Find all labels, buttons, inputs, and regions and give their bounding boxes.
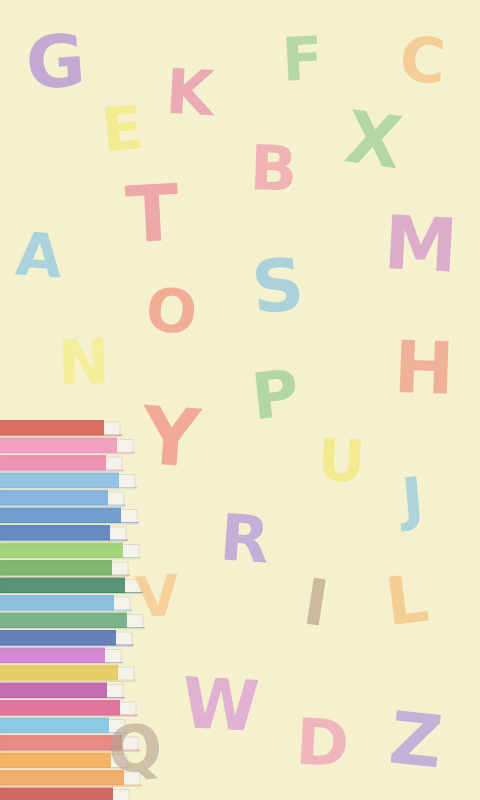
letter-k-tile[interactable]: K [164, 55, 216, 130]
book [0, 665, 136, 682]
book [0, 560, 130, 577]
letter-h-tile[interactable]: H [393, 325, 456, 411]
letter-q-tile[interactable]: Q [105, 711, 166, 789]
letter-l-tile[interactable]: L [381, 560, 432, 642]
book [0, 420, 122, 437]
letter-m-tile[interactable]: M [382, 200, 460, 290]
letter-p-tile[interactable]: P [248, 357, 302, 435]
letter-u-tile[interactable]: U [316, 426, 367, 496]
book [0, 542, 141, 560]
letter-c-tile[interactable]: C [398, 23, 448, 99]
book [0, 490, 126, 507]
letter-r-tile[interactable]: R [217, 501, 271, 578]
letter-y-tile[interactable]: Y [139, 389, 203, 486]
book [0, 472, 137, 490]
letter-e-tile[interactable]: E [98, 93, 146, 167]
book [0, 507, 139, 525]
book [0, 437, 135, 455]
alphabet-screen: GKFCEBXTAMSONHPYUJRVILWQDZ [0, 0, 480, 800]
book [0, 612, 145, 630]
book [0, 525, 128, 542]
letter-j-tile[interactable]: J [399, 464, 426, 534]
book [0, 630, 134, 647]
letter-t-tile[interactable]: T [124, 169, 182, 262]
letter-w-tile[interactable]: W [180, 662, 261, 748]
letter-z-tile[interactable]: Z [386, 696, 447, 785]
letter-a-tile[interactable]: A [14, 219, 65, 292]
letter-f-tile[interactable]: F [280, 24, 325, 96]
letter-x-tile[interactable]: X [340, 95, 407, 186]
letter-o-tile[interactable]: O [142, 275, 200, 350]
book [0, 455, 124, 472]
book [0, 682, 125, 700]
letter-v-tile[interactable]: V [134, 564, 182, 632]
letter-b-tile[interactable]: B [249, 131, 299, 206]
letter-d-tile[interactable]: D [294, 706, 351, 783]
book [0, 647, 123, 665]
book [0, 787, 130, 800]
book [0, 595, 132, 612]
book [0, 577, 143, 595]
letter-s-tile[interactable]: S [248, 242, 307, 330]
letter-g-tile[interactable]: G [23, 18, 88, 106]
letter-n-tile[interactable]: N [57, 325, 111, 400]
